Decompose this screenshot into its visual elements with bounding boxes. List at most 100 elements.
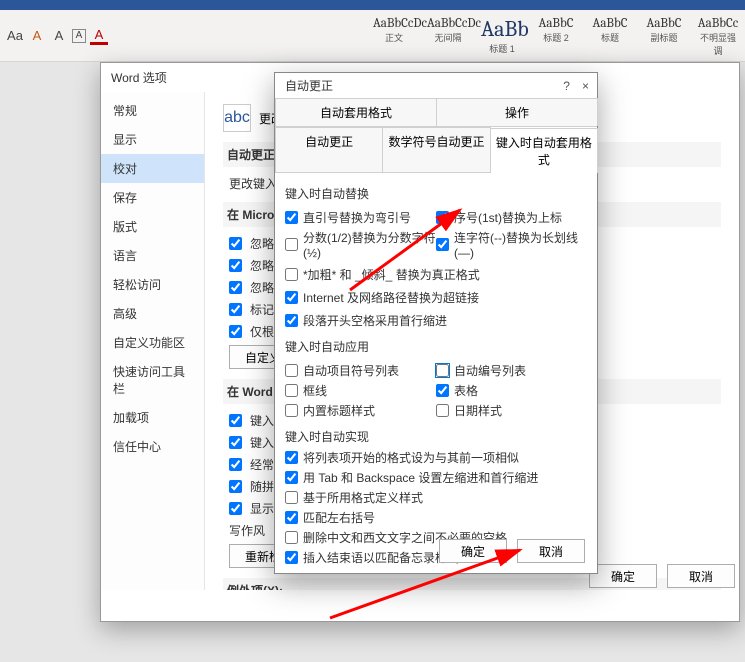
char-border-icon[interactable]: A xyxy=(72,29,86,43)
sidebar-item-2[interactable]: 校对 xyxy=(101,154,204,183)
style-box[interactable]: AaBbCc不明显强调 xyxy=(692,13,744,59)
sidebar-item-1[interactable]: 显示 xyxy=(101,125,204,154)
sidebar-item-8[interactable]: 自定义功能区 xyxy=(101,328,204,357)
style-box[interactable]: AaBbCcDc正文 xyxy=(368,13,420,59)
autoformat-checkbox[interactable] xyxy=(285,314,298,327)
autoformat-option: 将列表项开始的格式设为与其前一项相似 xyxy=(285,449,587,466)
style-box[interactable]: AaBbC副标题 xyxy=(638,13,690,59)
style-box[interactable]: AaBbC标题 2 xyxy=(530,13,582,59)
autoformat-label: 分数(1/2)替换为分数字符(½) xyxy=(303,229,436,260)
sidebar-item-9[interactable]: 快速访问工具栏 xyxy=(101,357,204,403)
autoformat-label: 插入结束语以匹配备忘录样式 xyxy=(303,549,459,566)
sidebar-item-5[interactable]: 语言 xyxy=(101,241,204,270)
autoformat-option: 日期样式 xyxy=(436,402,587,419)
highlight-icon[interactable]: A xyxy=(28,27,46,45)
style-sample: AaBbCc xyxy=(697,16,739,31)
autoformat-checkbox[interactable] xyxy=(285,268,298,281)
style-sample: AaBbC xyxy=(535,16,577,31)
font-case-icon[interactable]: Aa xyxy=(6,27,24,45)
autocorrect-cancel-button[interactable]: 取消 xyxy=(517,539,585,563)
autoformat-option: 内置标题样式 xyxy=(285,402,436,419)
style-gallery[interactable]: AaBbCcDc正文AaBbCcDc无间隔AaBb标题 1AaBbC标题 2Aa… xyxy=(368,13,744,59)
autoformat-checkbox[interactable] xyxy=(285,384,298,397)
tab-操作[interactable]: 操作 xyxy=(436,98,598,126)
section-auto-title: 键入时自动实现 xyxy=(285,428,587,445)
style-box[interactable]: AaBb标题 1 xyxy=(476,13,528,59)
close-icon[interactable]: × xyxy=(582,79,589,93)
options-cancel-button[interactable]: 取消 xyxy=(667,564,735,588)
autoformat-checkbox[interactable] xyxy=(285,511,298,524)
options-ok-button[interactable]: 确定 xyxy=(589,564,657,588)
autoformat-checkbox[interactable] xyxy=(285,238,298,251)
tab-自动更正[interactable]: 自动更正 xyxy=(275,127,383,172)
sidebar-item-6[interactable]: 轻松访问 xyxy=(101,270,204,299)
option-checkbox[interactable] xyxy=(229,414,242,427)
dialog-help-icon[interactable]: ? xyxy=(563,79,570,93)
autoformat-option: 基于所用格式定义样式 xyxy=(285,489,587,506)
sidebar-item-7[interactable]: 高级 xyxy=(101,299,204,328)
option-checkbox[interactable] xyxy=(229,325,242,338)
autoformat-label: 序号(1st)替换为上标 xyxy=(454,209,562,226)
option-checkbox[interactable] xyxy=(229,237,242,250)
autoformat-option: 分数(1/2)替换为分数字符(½) xyxy=(285,229,436,260)
option-checkbox[interactable] xyxy=(229,458,242,471)
style-label: 标题 1 xyxy=(481,42,523,55)
sidebar-item-3[interactable]: 保存 xyxy=(101,183,204,212)
option-checkbox[interactable] xyxy=(229,303,242,316)
autoformat-label: 匹配左右括号 xyxy=(303,509,375,526)
autoformat-checkbox[interactable] xyxy=(285,471,298,484)
option-label: 键入 xyxy=(250,434,274,451)
tab-自动套用格式[interactable]: 自动套用格式 xyxy=(275,98,437,126)
autoformat-checkbox[interactable] xyxy=(285,491,298,504)
font-color-icon[interactable]: A xyxy=(90,27,108,45)
autoformat-option: 自动项目符号列表 xyxy=(285,362,436,379)
autoformat-label: 表格 xyxy=(454,382,478,399)
style-sample: AaBbCcDc xyxy=(373,16,415,31)
option-label: 显示 xyxy=(250,500,274,517)
tab-数学符号自动更正[interactable]: 数学符号自动更正 xyxy=(382,127,490,172)
option-label: 经常 xyxy=(250,456,274,473)
sidebar-item-10[interactable]: 加载项 xyxy=(101,403,204,432)
autoformat-checkbox[interactable] xyxy=(436,211,449,224)
section-replace-title: 键入时自动替换 xyxy=(285,185,587,202)
option-checkbox[interactable] xyxy=(229,436,242,449)
autoformat-label: 段落开头空格采用首行缩进 xyxy=(303,312,447,329)
autoformat-checkbox[interactable] xyxy=(436,384,449,397)
autoformat-checkbox[interactable] xyxy=(285,451,298,464)
style-sample: AaBbC xyxy=(589,16,631,31)
style-label: 标题 2 xyxy=(535,31,577,44)
autoformat-checkbox[interactable] xyxy=(436,404,449,417)
autoformat-checkbox[interactable] xyxy=(285,364,298,377)
text-effects-icon[interactable]: A xyxy=(50,27,68,45)
autoformat-checkbox[interactable] xyxy=(285,531,298,544)
autoformat-option: 段落开头空格采用首行缩进 xyxy=(285,312,587,329)
autoformat-option: 用 Tab 和 Backspace 设置左缩进和首行缩进 xyxy=(285,469,587,486)
sidebar-item-11[interactable]: 信任中心 xyxy=(101,432,204,461)
autoformat-checkbox[interactable] xyxy=(285,551,298,564)
style-label: 不明显强调 xyxy=(697,31,739,57)
sidebar-item-0[interactable]: 常规 xyxy=(101,96,204,125)
autoformat-label: 日期样式 xyxy=(454,402,502,419)
sidebar-item-4[interactable]: 版式 xyxy=(101,212,204,241)
option-checkbox[interactable] xyxy=(229,281,242,294)
autocorrect-ok-button[interactable]: 确定 xyxy=(439,539,507,563)
style-label: 标题 xyxy=(589,31,631,44)
autoformat-checkbox[interactable] xyxy=(436,364,449,377)
autoformat-label: 将列表项开始的格式设为与其前一项相似 xyxy=(303,449,519,466)
autoformat-label: 连字符(--)替换为长划线(—) xyxy=(454,229,587,260)
autoformat-option: 直引号替换为弯引号 xyxy=(285,209,436,226)
style-box[interactable]: AaBbCcDc无间隔 xyxy=(422,13,474,59)
autoformat-checkbox[interactable] xyxy=(285,211,298,224)
autoformat-checkbox[interactable] xyxy=(436,238,449,251)
tab-键入时自动套用格式[interactable]: 键入时自动套用格式 xyxy=(490,128,598,173)
autoformat-checkbox[interactable] xyxy=(285,291,298,304)
style-box[interactable]: AaBbC标题 xyxy=(584,13,636,59)
autoformat-checkbox[interactable] xyxy=(285,404,298,417)
autoformat-label: Internet 及网络路径替换为超链接 xyxy=(303,289,479,306)
autoformat-label: 自动项目符号列表 xyxy=(303,362,399,379)
option-checkbox[interactable] xyxy=(229,259,242,272)
autoformat-option: 连字符(--)替换为长划线(—) xyxy=(436,229,587,260)
option-checkbox[interactable] xyxy=(229,502,242,515)
option-checkbox[interactable] xyxy=(229,480,242,493)
autoformat-option: 自动编号列表 xyxy=(436,362,587,379)
